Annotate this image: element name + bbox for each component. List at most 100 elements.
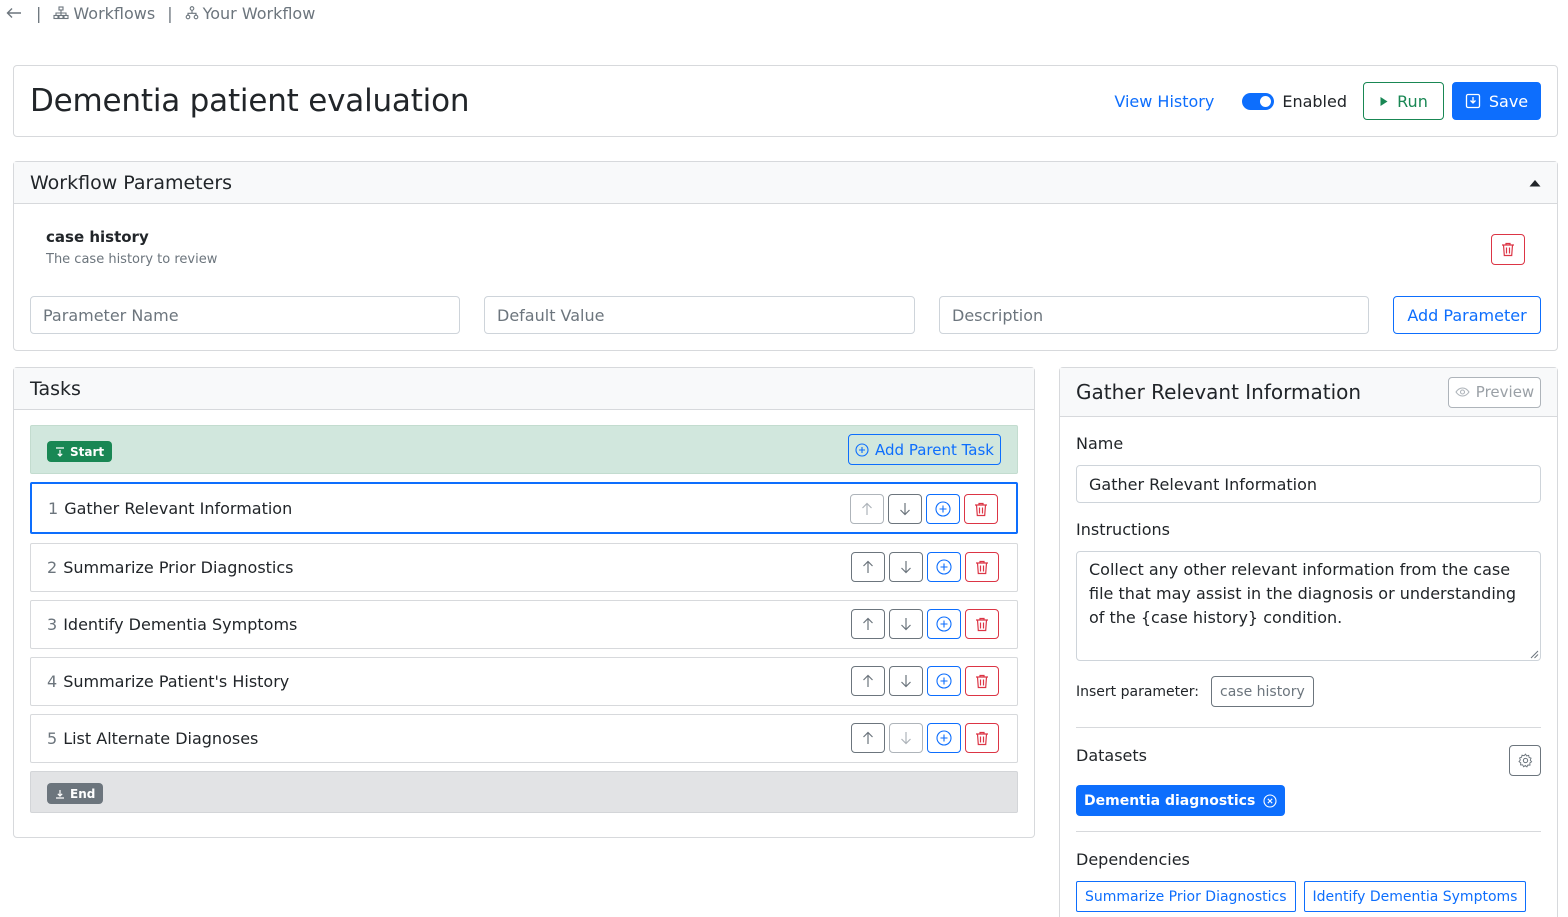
delete-task-button[interactable] [965, 609, 999, 639]
dependency-chip[interactable]: Identify Dementia Symptoms [1303, 881, 1527, 912]
end-icon [55, 789, 65, 799]
move-down-button[interactable] [889, 552, 923, 582]
preview-button[interactable]: Preview [1448, 376, 1541, 408]
caret-up-icon[interactable] [1529, 179, 1541, 187]
default-value-placeholder: Default Value [497, 305, 605, 325]
task-row-2[interactable]: 2 Summarize Prior Diagnostics [30, 543, 1018, 592]
breadcrumb-separator: | [36, 3, 42, 23]
plus-circle-icon [936, 559, 952, 575]
task-number: 2 [47, 558, 58, 577]
instructions-textarea[interactable]: Collect any other relevant information f… [1076, 551, 1541, 661]
add-task-button[interactable] [927, 723, 961, 753]
trash-icon [975, 617, 989, 632]
dataset-chip[interactable]: Dementia diagnostics [1076, 785, 1286, 816]
move-up-button[interactable] [851, 666, 885, 696]
task-row-3[interactable]: 3 Identify Dementia Symptoms [30, 600, 1018, 649]
dataset-settings-button[interactable] [1509, 745, 1541, 776]
run-label: Run [1397, 91, 1428, 111]
move-down-button[interactable] [889, 723, 923, 753]
task-actions [851, 552, 999, 582]
task-name: Summarize Patient's History [63, 672, 290, 691]
plus-circle-icon [935, 501, 951, 517]
start-icon [55, 446, 65, 457]
parameter-name: case history [46, 228, 149, 246]
start-label: Start [70, 444, 105, 459]
arrow-down-icon [900, 617, 912, 631]
tasks-header: Tasks [14, 368, 1034, 410]
task-actions [851, 666, 999, 696]
move-up-button[interactable] [850, 494, 884, 524]
plus-circle-icon [855, 442, 869, 457]
move-up-button[interactable] [851, 552, 885, 582]
workflow-icon [185, 6, 199, 20]
dependency-chip[interactable]: Summarize Prior Diagnostics [1076, 881, 1296, 912]
close-circle-icon[interactable] [1263, 793, 1277, 808]
tasks-card: Tasks Start Add Parent Task 1 Gather Rel… [13, 367, 1035, 838]
parameter-name-placeholder: Parameter Name [43, 305, 179, 325]
save-label: Save [1488, 91, 1529, 111]
move-down-button[interactable] [888, 494, 922, 524]
move-up-button[interactable] [851, 609, 885, 639]
divider [1076, 727, 1541, 728]
delete-task-button[interactable] [965, 666, 999, 696]
move-down-button[interactable] [889, 609, 923, 639]
trash-icon [975, 731, 989, 746]
trash-icon [975, 560, 989, 575]
trash-icon [975, 674, 989, 689]
insert-parameter-chip[interactable]: case history [1211, 676, 1314, 707]
view-history-link[interactable]: View History [1114, 92, 1214, 111]
task-row-1[interactable]: 1 Gather Relevant Information [30, 482, 1018, 534]
arrow-down-icon [900, 674, 912, 688]
breadcrumb-your-workflow-label: Your Workflow [202, 3, 316, 23]
add-task-button[interactable] [927, 609, 961, 639]
task-name: Identify Dementia Symptoms [63, 615, 298, 634]
task-name: List Alternate Diagnoses [63, 729, 259, 748]
gear-icon [1517, 753, 1533, 768]
breadcrumb-your-workflow[interactable]: Your Workflow [185, 3, 316, 23]
delete-task-button[interactable] [964, 494, 998, 524]
move-down-button[interactable] [889, 666, 923, 696]
eye-icon [1455, 387, 1470, 397]
page-title[interactable]: Dementia patient evaluation [30, 83, 1114, 119]
task-actions [851, 609, 999, 639]
arrow-up-icon [862, 674, 874, 688]
enabled-toggle[interactable] [1242, 92, 1275, 110]
delete-task-button[interactable] [965, 723, 999, 753]
task-name-input[interactable]: Gather Relevant Information [1076, 465, 1541, 503]
enabled-label: Enabled [1282, 91, 1347, 111]
task-row-4[interactable]: 4 Summarize Patient's History [30, 657, 1018, 706]
parameter-name-input[interactable]: Parameter Name [30, 296, 460, 334]
parameter-item: case history The case history to review [46, 228, 217, 267]
save-button[interactable]: Save [1452, 82, 1541, 120]
start-row: Start Add Parent Task [30, 425, 1018, 474]
delete-parameter-button[interactable] [1491, 234, 1525, 265]
plus-circle-icon [936, 616, 952, 632]
breadcrumb-separator: | [167, 3, 173, 23]
back-arrow-icon[interactable] [6, 7, 24, 19]
resize-grip-icon[interactable] [1530, 650, 1539, 659]
play-icon [1379, 96, 1389, 107]
description-input[interactable]: Description [939, 296, 1369, 334]
run-button[interactable]: Run [1363, 82, 1444, 120]
workflow-parameters-header[interactable]: Workflow Parameters [14, 162, 1557, 204]
task-row-5[interactable]: 5 List Alternate Diagnoses [30, 714, 1018, 763]
add-task-button[interactable] [927, 666, 961, 696]
add-parameter-button[interactable]: Add Parameter [1393, 296, 1541, 334]
task-name: Gather Relevant Information [64, 498, 293, 518]
arrow-up-icon [861, 502, 873, 516]
add-task-button[interactable] [927, 552, 961, 582]
delete-task-button[interactable] [965, 552, 999, 582]
workflow-parameters-card: Workflow Parameters case history The cas… [13, 161, 1558, 351]
add-task-button[interactable] [926, 494, 960, 524]
add-parent-task-button[interactable]: Add Parent Task [848, 434, 1001, 465]
breadcrumb-workflows[interactable]: Workflows [53, 4, 155, 23]
arrow-down-icon [900, 731, 912, 745]
dependencies-list: Summarize Prior Diagnostics Identify Dem… [1076, 881, 1527, 912]
parameter-description: The case history to review [46, 252, 218, 267]
trash-icon [974, 502, 988, 517]
task-name: Summarize Prior Diagnostics [63, 558, 294, 577]
move-up-button[interactable] [851, 723, 885, 753]
default-value-input[interactable]: Default Value [484, 296, 915, 334]
dependencies-label: Dependencies [1076, 850, 1190, 869]
breadcrumb-workflows-label: Workflows [73, 3, 156, 23]
